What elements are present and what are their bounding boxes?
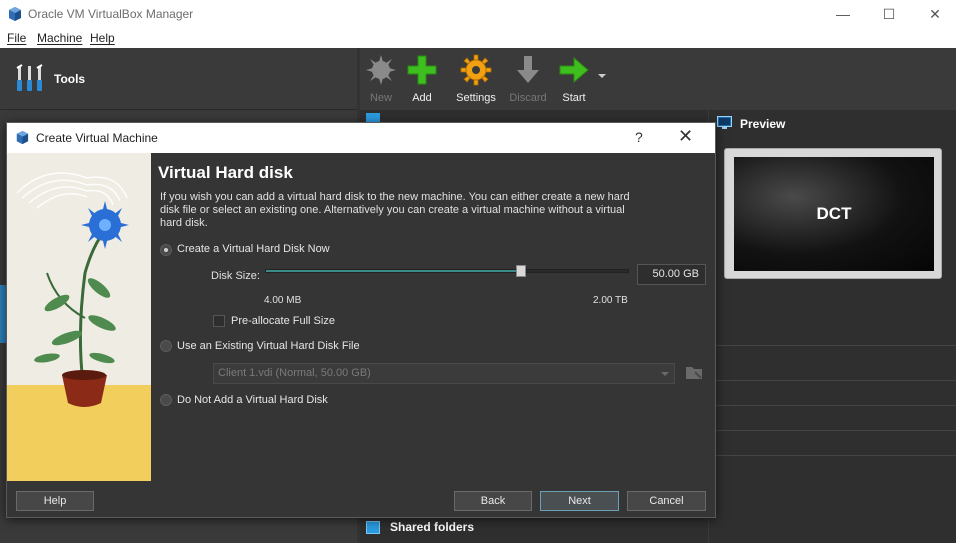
- preview-screen: DCT: [734, 157, 934, 271]
- preview-thumbnail: DCT: [724, 148, 942, 279]
- tools-icon: [16, 64, 43, 91]
- preallocate-label[interactable]: Pre-allocate Full Size: [231, 315, 335, 327]
- new-machine-icon: [366, 55, 396, 85]
- disk-size-input[interactable]: 50.00 GB: [637, 264, 706, 285]
- discard-arrow-icon: [517, 56, 539, 83]
- disk-size-slider-handle[interactable]: [516, 265, 527, 277]
- preview-screen-text: DCT: [816, 204, 852, 223]
- start-dropdown-icon[interactable]: [598, 74, 606, 78]
- flower-pot-illustration: [7, 153, 151, 481]
- disk-size-label: Disk Size:: [211, 270, 260, 282]
- wizard-page: Virtual Hard disk If you wish you can ad…: [151, 153, 715, 481]
- window-title: Oracle VM VirtualBox Manager: [28, 7, 194, 21]
- dialog-title: Create Virtual Machine: [36, 131, 158, 145]
- discard-button[interactable]: Discard: [504, 54, 552, 104]
- settings-button[interactable]: Settings: [452, 54, 500, 104]
- create-now-radio[interactable]: [160, 244, 172, 256]
- create-vm-dialog: Create Virtual Machine ? ✕ Virtual Hard …: [6, 122, 716, 518]
- use-existing-label[interactable]: Use an Existing Virtual Hard Disk File: [177, 340, 360, 352]
- monitor-icon: [717, 116, 732, 129]
- help-button[interactable]: Help: [16, 491, 94, 511]
- add-label: Add: [412, 92, 432, 104]
- preview-title: Preview: [740, 117, 786, 131]
- dialog-footer: Help Back Next Cancel: [7, 481, 715, 517]
- details-divider: [708, 405, 956, 406]
- details-divider: [708, 430, 956, 431]
- menu-help[interactable]: Help: [90, 31, 115, 45]
- preallocate-checkbox[interactable]: [213, 315, 225, 327]
- slider-max-label: 2.00 TB: [593, 295, 628, 306]
- tools-label: Tools: [54, 72, 86, 86]
- close-button[interactable]: ✕: [912, 0, 956, 29]
- details-divider: [708, 345, 956, 346]
- shared-folders-section[interactable]: Shared folders: [366, 520, 474, 534]
- create-now-label[interactable]: Create a Virtual Hard Disk Now: [177, 243, 330, 255]
- dialog-help-icon[interactable]: ?: [635, 129, 643, 145]
- minimize-button[interactable]: —: [820, 0, 866, 29]
- start-button[interactable]: Start: [550, 54, 598, 104]
- folder-icon: [366, 521, 380, 534]
- wizard-illustration: [7, 153, 151, 481]
- next-button[interactable]: Next: [540, 491, 619, 511]
- virtualbox-logo-icon: [16, 130, 29, 145]
- slider-min-label: 4.00 MB: [264, 295, 302, 306]
- menubar: File Machine Help: [0, 29, 956, 48]
- settings-label: Settings: [456, 92, 496, 104]
- existing-disk-value: Client 1.vdi (Normal, 50.00 GB): [218, 367, 371, 379]
- chevron-down-icon: [661, 372, 669, 376]
- virtualbox-logo-icon: [9, 7, 21, 21]
- add-plus-icon: [407, 55, 437, 85]
- cancel-button[interactable]: Cancel: [627, 491, 706, 511]
- disk-size-slider-fill: [266, 270, 522, 272]
- do-not-add-label[interactable]: Do Not Add a Virtual Hard Disk: [177, 394, 328, 406]
- page-description: If you wish you can add a virtual hard d…: [160, 191, 630, 229]
- tools-row[interactable]: Tools: [0, 48, 358, 110]
- existing-disk-combobox[interactable]: Client 1.vdi (Normal, 50.00 GB): [213, 363, 675, 384]
- window-titlebar: Oracle VM VirtualBox Manager — ☐ ✕: [0, 0, 956, 29]
- maximize-button[interactable]: ☐: [866, 0, 912, 29]
- use-existing-radio[interactable]: [160, 340, 172, 352]
- choose-disk-folder-icon[interactable]: [685, 363, 703, 381]
- main-toolbar: New Add Settings Discard Start: [360, 48, 956, 110]
- dialog-close-icon[interactable]: ✕: [678, 126, 693, 147]
- shared-folders-label: Shared folders: [390, 520, 475, 534]
- dialog-titlebar: Create Virtual Machine ? ✕: [7, 123, 715, 153]
- menu-file[interactable]: File: [7, 31, 26, 45]
- back-button[interactable]: Back: [454, 491, 532, 511]
- do-not-add-radio[interactable]: [160, 394, 172, 406]
- disk-size-slider[interactable]: [265, 265, 629, 277]
- discard-label: Discard: [509, 92, 547, 104]
- details-divider: [708, 455, 956, 456]
- menu-machine[interactable]: Machine: [37, 31, 82, 45]
- start-label: Start: [562, 92, 586, 104]
- add-button[interactable]: Add: [398, 54, 446, 104]
- settings-gear-icon: [460, 54, 492, 86]
- details-divider: [708, 380, 956, 381]
- general-section-icon: [366, 113, 380, 122]
- start-arrow-icon: [559, 56, 589, 84]
- page-heading: Virtual Hard disk: [158, 163, 293, 182]
